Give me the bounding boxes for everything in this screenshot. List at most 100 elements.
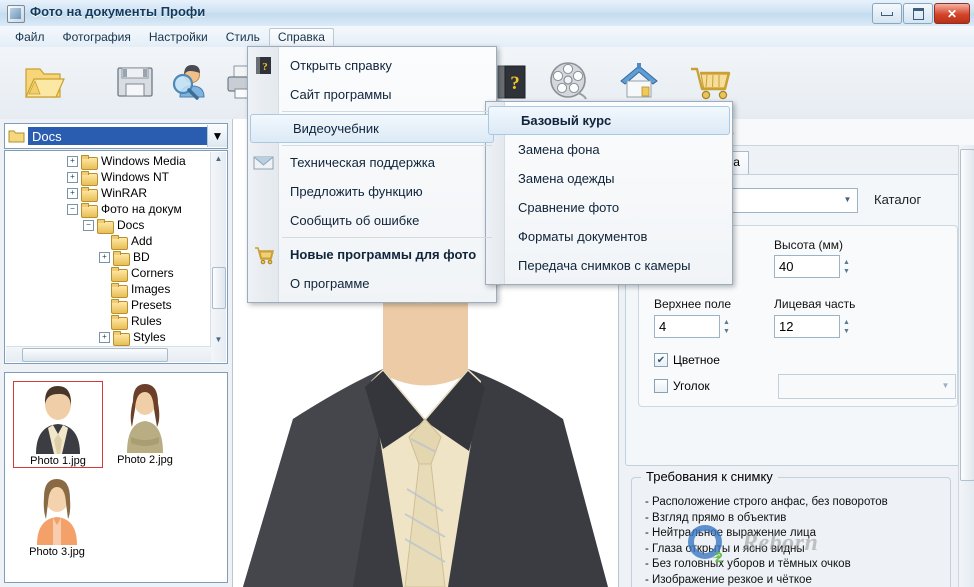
requirement-item: - Изображение резкое и чёткое <box>645 573 812 586</box>
menu-photo[interactable]: Фотография <box>54 28 140 46</box>
help-menu-item[interactable]: Новые программы для фото <box>248 240 496 269</box>
chevron-down-icon[interactable]: ▼ <box>207 125 227 147</box>
help-menu-item[interactable]: ? Открыть справку <box>248 51 496 80</box>
video-submenu-item[interactable]: Передача снимков с камеры <box>486 251 732 280</box>
menu-separator <box>282 237 492 238</box>
video-submenu[interactable]: Базовый курс Замена фона Замена одежды Срав… <box>485 101 733 285</box>
menu-help[interactable]: Справка <box>268 27 334 46</box>
tree-item[interactable]: + Styles <box>5 329 209 346</box>
tree-item[interactable]: + BD <box>5 249 209 266</box>
open-folder-button[interactable] <box>14 53 72 111</box>
expand-icon[interactable]: + <box>67 155 78 167</box>
video-submenu-item-label: Базовый курс <box>521 113 612 128</box>
face-size-input[interactable] <box>774 315 840 338</box>
top-margin-input[interactable] <box>654 315 720 338</box>
tree-item[interactable]: Add <box>5 233 209 250</box>
minimize-button[interactable] <box>872 3 902 24</box>
expand-icon[interactable]: + <box>67 171 78 183</box>
video-submenu-item[interactable]: Замена фона <box>486 135 732 164</box>
catalog-button[interactable]: Каталог <box>874 192 921 207</box>
tree-item[interactable]: + WinRAR <box>5 185 209 202</box>
tree-item-label: Images <box>131 282 171 296</box>
caret-up-icon[interactable]: ▲ <box>213 153 224 164</box>
help-menu-item[interactable]: Сообщить об ошибке <box>248 206 496 235</box>
help-menu-item[interactable]: Предложить функцию <box>248 177 496 206</box>
collapse-icon[interactable]: − <box>83 219 94 231</box>
thumbnail-item[interactable]: Photo 1.jpg <box>13 381 103 468</box>
expand-icon[interactable]: + <box>67 187 78 199</box>
tree-item[interactable]: Images <box>5 281 209 298</box>
menu-file[interactable]: Файл <box>6 28 54 46</box>
expand-icon[interactable]: + <box>99 251 110 263</box>
maximize-button[interactable] <box>903 3 933 24</box>
chevron-down-icon[interactable]: ▼ <box>936 375 955 396</box>
path-value: Docs <box>28 127 207 145</box>
help-menu-item[interactable]: Техническая поддержка <box>248 148 496 177</box>
thumbnail-image <box>25 473 89 545</box>
tree-item[interactable]: Rules <box>5 313 209 330</box>
menu-separator <box>282 111 492 112</box>
help-dropdown-menu[interactable]: ? Открыть справку Сайт программы Видеоучебн… <box>247 46 497 303</box>
video-submenu-item[interactable]: Базовый курс <box>488 106 730 135</box>
folder-tree[interactable]: + Windows Media + Windows NT + WinRAR − Фото на… <box>4 150 228 364</box>
thumbnail-item[interactable]: Photo 2.jpg <box>101 381 189 466</box>
save-button[interactable] <box>106 53 164 111</box>
top-margin-field[interactable]: ▲▼ <box>654 315 730 338</box>
tree-scroll-thumb[interactable] <box>212 267 226 309</box>
find-face-button[interactable] <box>160 53 218 111</box>
tree-item[interactable]: Corners <box>5 265 209 282</box>
help-menu-item-label: Сообщить об ошибке <box>290 213 420 228</box>
floppy-save-icon <box>117 67 153 97</box>
path-combobox[interactable]: Docs ▼ <box>4 123 228 149</box>
right-scroll-thumb[interactable] <box>960 149 974 481</box>
tree-horizontal-scrollbar[interactable] <box>6 346 211 362</box>
height-input[interactable] <box>774 255 840 278</box>
menu-settings[interactable]: Настройки <box>140 28 217 46</box>
expand-icon[interactable]: + <box>99 331 110 343</box>
face-size-field[interactable]: ▲▼ <box>774 315 850 338</box>
tree-vertical-scrollbar[interactable]: ▲ ▼ <box>210 152 226 362</box>
help-menu-item-label: Предложить функцию <box>290 184 423 199</box>
shopping-cart-icon <box>691 67 731 100</box>
help-menu-item-label: О программе <box>290 276 370 291</box>
corner-combobox[interactable]: ▼ <box>778 374 956 399</box>
tree-item[interactable]: Presets <box>5 297 209 314</box>
help-menu-item[interactable]: Сайт программы <box>248 80 496 109</box>
video-submenu-item-label: Сравнение фото <box>518 200 620 215</box>
right-vertical-scrollbar[interactable] <box>958 145 974 587</box>
film-reel-icon <box>550 62 587 100</box>
requirement-item: - Без головных уборов и тёмных очков <box>645 558 851 571</box>
tree-hscroll-thumb[interactable] <box>22 348 168 362</box>
folder-icon <box>111 314 128 330</box>
help-menu-item[interactable]: О программе <box>248 269 496 298</box>
caret-down-icon[interactable]: ▼ <box>213 334 224 345</box>
video-submenu-item-label: Замена фона <box>518 142 600 157</box>
thumbnail-caption: Photo 2.jpg <box>117 454 173 466</box>
collapse-icon[interactable]: − <box>67 203 78 215</box>
height-stepper[interactable]: ▲ ▼ <box>841 255 852 278</box>
close-button[interactable]: ✕ <box>934 3 970 24</box>
tree-item[interactable]: + Windows Media <box>5 153 209 170</box>
envelope-icon <box>253 152 274 173</box>
checkbox-unchecked-icon <box>654 379 668 393</box>
top-margin-stepper[interactable]: ▲ ▼ <box>721 315 732 338</box>
tree-item[interactable]: + Windows NT <box>5 169 209 186</box>
folder-icon <box>113 250 130 266</box>
help-menu-item[interactable]: Видеоучебник <box>250 114 494 143</box>
tree-item[interactable]: − Фото на докум <box>5 201 209 218</box>
video-submenu-item[interactable]: Форматы документов <box>486 222 732 251</box>
tree-item[interactable]: − Docs <box>5 217 209 234</box>
corner-checkbox[interactable]: Уголок <box>654 379 710 393</box>
chevron-down-icon[interactable]: ▼ <box>838 189 857 210</box>
face-size-stepper[interactable]: ▲ ▼ <box>841 315 852 338</box>
height-field[interactable]: ▲▼ <box>774 255 850 278</box>
thumbnail-item[interactable]: Photo 3.jpg <box>13 473 101 558</box>
video-submenu-item[interactable]: Сравнение фото <box>486 193 732 222</box>
menu-style[interactable]: Стиль <box>217 28 269 46</box>
color-checkbox[interactable]: ✔ Цветное <box>654 353 720 367</box>
menu-separator <box>282 145 492 146</box>
thumbnail-list[interactable]: Photo 1.jpg Photo 2.jpg Photo 3.jpg <box>4 372 228 583</box>
video-submenu-item[interactable]: Замена одежды <box>486 164 732 193</box>
